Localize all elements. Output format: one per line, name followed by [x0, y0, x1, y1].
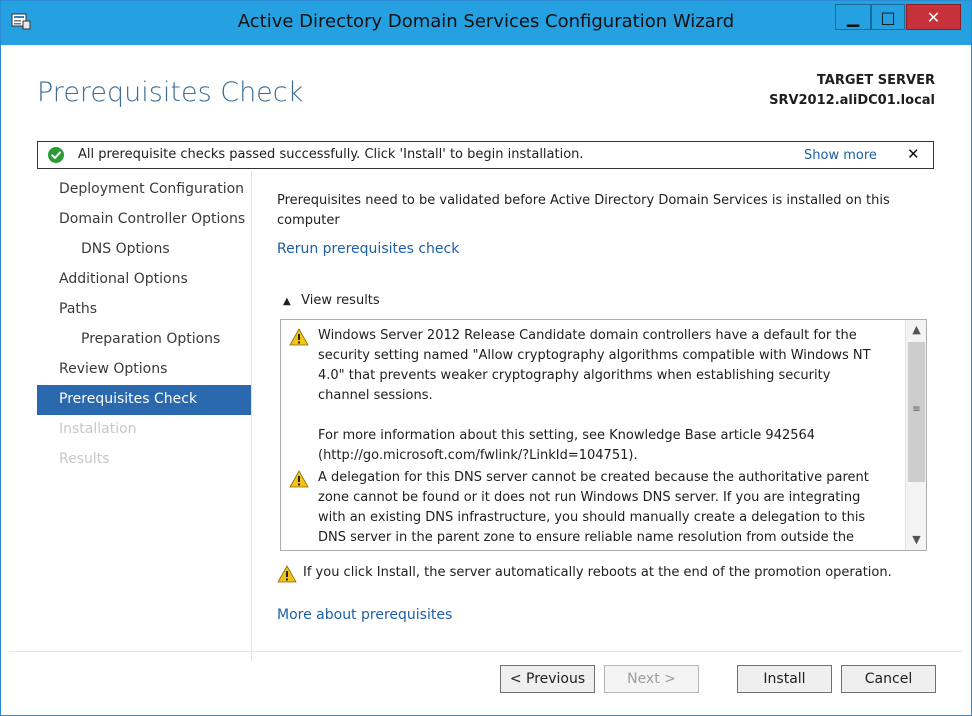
- target-server-name: SRV2012.aliDC01.local: [769, 93, 935, 108]
- warning-icon: [277, 565, 297, 583]
- scroll-up-icon[interactable]: ▲: [906, 320, 926, 340]
- close-window-button[interactable]: ✕: [906, 4, 961, 30]
- result-text: Windows Server 2012 Release Candidate do…: [318, 328, 871, 403]
- cancel-button[interactable]: Cancel: [841, 665, 936, 693]
- window-title: Active Directory Domain Services Configu…: [237, 11, 735, 32]
- next-button: Next >: [604, 665, 699, 693]
- success-check-icon: [48, 147, 64, 163]
- nav-item-prerequisites-check[interactable]: Prerequisites Check: [37, 385, 251, 415]
- maximize-button[interactable]: □: [871, 4, 905, 30]
- warning-icon: [289, 328, 309, 346]
- nav-item-installation: Installation: [59, 421, 137, 437]
- result-item: Windows Server 2012 Release Candidate do…: [281, 326, 891, 466]
- scroll-thumb[interactable]: ≡: [908, 342, 925, 482]
- result-text: A delegation for this DNS server cannot …: [318, 470, 869, 545]
- nav-item-domain-controller-options[interactable]: Domain Controller Options: [37, 205, 251, 235]
- intro-text: Prerequisites need to be validated befor…: [277, 193, 890, 228]
- minimize-button[interactable]: ▁: [835, 4, 871, 30]
- minimize-icon: ▁: [846, 7, 860, 27]
- install-button[interactable]: Install: [737, 665, 832, 693]
- results-scrollbar[interactable]: ▲ ≡ ▼: [905, 320, 926, 550]
- reboot-warning: If you click Install, the server automat…: [277, 563, 927, 585]
- banner-message: All prerequisite checks passed successfu…: [78, 147, 584, 162]
- nav-item-results: Results: [59, 451, 110, 467]
- results-list[interactable]: Windows Server 2012 Release Candidate do…: [280, 319, 927, 551]
- nav-item-dns-options[interactable]: DNS Options: [37, 235, 251, 265]
- previous-button[interactable]: < Previous: [500, 665, 595, 693]
- wizard-client-area: Prerequisites Check TARGET SERVER SRV201…: [9, 45, 963, 709]
- target-server-label: TARGET SERVER: [816, 73, 935, 88]
- nav-item-review-options[interactable]: Review Options: [37, 355, 251, 385]
- scroll-down-icon[interactable]: ▼: [906, 530, 926, 550]
- view-results-label: View results: [301, 293, 380, 308]
- banner-close-icon[interactable]: ✕: [907, 145, 920, 163]
- wizard-window: Active Directory Domain Services Configu…: [0, 0, 972, 716]
- title-bar[interactable]: Active Directory Domain Services Configu…: [1, 1, 971, 45]
- nav-item-additional-options[interactable]: Additional Options: [37, 265, 251, 295]
- result-item: A delegation for this DNS server cannot …: [281, 468, 891, 550]
- grip-icon: ≡: [912, 404, 921, 415]
- nav-item-paths[interactable]: Paths: [37, 295, 251, 325]
- prerequisites-content: Prerequisites need to be validated befor…: [277, 177, 937, 657]
- result-text: For more information about this setting,…: [318, 428, 816, 463]
- reboot-warning-text: If you click Install, the server automat…: [303, 565, 892, 580]
- wizard-navigation: Deployment Configuration Domain Controll…: [37, 175, 251, 655]
- rerun-prerequisites-link[interactable]: Rerun prerequisites check: [277, 241, 459, 257]
- warning-icon: [289, 470, 309, 488]
- nav-item-preparation-options[interactable]: Preparation Options: [37, 325, 251, 355]
- close-icon: ✕: [926, 7, 941, 27]
- nav-divider: [251, 171, 252, 661]
- prerequisite-status-banner: All prerequisite checks passed successfu…: [37, 141, 934, 169]
- view-results-toggle[interactable]: ▲ View results: [283, 293, 380, 308]
- show-more-link[interactable]: Show more: [804, 148, 877, 163]
- maximize-icon: □: [880, 7, 896, 27]
- page-title: Prerequisites Check: [37, 77, 304, 108]
- more-about-prerequisites-link[interactable]: More about prerequisites: [277, 607, 452, 623]
- footer-divider: [9, 651, 963, 652]
- nav-item-deployment-configuration[interactable]: Deployment Configuration: [37, 175, 251, 205]
- chevron-up-icon: ▲: [283, 296, 291, 307]
